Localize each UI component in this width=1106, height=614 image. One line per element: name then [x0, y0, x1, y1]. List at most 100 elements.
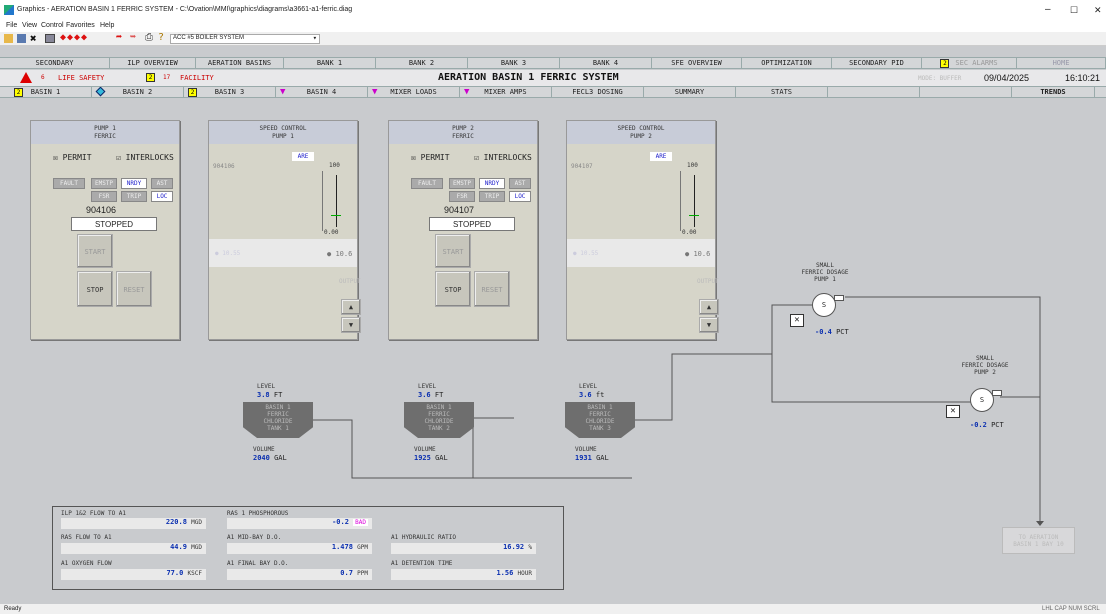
dosing-pump-2-label: SMALL FERRIC DOSAGE PUMP 2 — [950, 355, 1020, 376]
dosing-pump-2-name-line-3: PUMP 2 — [974, 369, 996, 376]
dosing-pump-1-label: SMALL FERRIC DOSAGE PUMP 1 — [790, 262, 860, 283]
oxygen-flow-box: 77.0 KSCF — [61, 569, 206, 580]
tank-1-level-unit: FT — [273, 391, 283, 399]
dosing-pump-1-close-icon[interactable]: ✕ — [790, 314, 804, 327]
tank-2-volume-label: VOLUME — [414, 446, 436, 453]
final-bay-do-value: 0.7 — [340, 569, 353, 577]
tank-2-volume-value: 1925 — [414, 454, 431, 462]
tank-2-volume: 1925 GAL — [414, 454, 448, 462]
dosing-pump-2-value-number: -0.2 — [970, 421, 987, 429]
tank-3-volume-value: 1931 — [575, 454, 592, 462]
tank-2-name-line-3: CHLORIDE — [424, 418, 454, 425]
final-bay-do-label: A1 FINAL BAY D.O. — [227, 560, 289, 567]
mid-bay-do-unit: GPM — [357, 544, 368, 551]
tank-1-name-line-1: BASIN 1 — [265, 404, 291, 411]
ilp-flow-box: 220.8 MGD — [61, 518, 206, 529]
tank-1-level-label: LEVEL — [257, 383, 276, 390]
tank-1-name-line-4: TANK 1 — [267, 425, 289, 432]
mid-bay-do-box: 1.478 GPM — [227, 543, 372, 554]
dosing-pump-1-name-line-1: SMALL — [815, 262, 835, 269]
ilp-flow-label: ILP 1&2 FLOW TO A1 — [61, 510, 127, 517]
pump-s-icon: S — [812, 293, 836, 317]
phosphorous-bad-badge: BAD — [353, 519, 368, 526]
tank-1-volume-value: 2040 — [253, 454, 270, 462]
ras-flow-box: 44.9 MGD — [61, 543, 206, 554]
to-aeration-bay-10-link[interactable]: TO AERATION BASIN 1 BAY 10 — [1002, 527, 1075, 554]
dosing-pump-2-name-line-1: SMALL — [975, 355, 995, 362]
tank-1-level-value: 3.8 — [257, 391, 270, 399]
tank-2-level-value: 3.6 — [418, 391, 431, 399]
tank-2-name-line-1: BASIN 1 — [426, 404, 452, 411]
stats-panel: ILP 1&2 FLOW TO A1 220.8 MGD RAS FLOW TO… — [52, 506, 564, 590]
pump-s-icon: S — [970, 388, 994, 412]
phosphorous-box: -0.2 BAD — [227, 518, 372, 529]
tank-3-volume-unit: GAL — [596, 454, 609, 462]
status-text: Ready — [4, 606, 22, 612]
tank-2-level-unit: FT — [434, 391, 444, 399]
detention-time-unit: HOUR — [517, 570, 532, 577]
hydraulic-ratio-unit: % — [528, 544, 532, 551]
tank-1-vessel[interactable]: BASIN 1 FERRIC CHLORIDE TANK 1 — [243, 402, 313, 438]
tank-3-vessel[interactable]: BASIN 1 FERRIC CHLORIDE TANK 3 — [565, 402, 635, 438]
hydraulic-ratio-value: 16.92 — [503, 543, 525, 551]
dest-line-2: BASIN 1 BAY 10 — [1013, 541, 1064, 548]
phosphorous-value: -0.2 — [332, 518, 349, 526]
tank-1-volume-unit: GAL — [274, 454, 287, 462]
tank-1-name-line-3: CHLORIDE — [263, 418, 293, 425]
tank-3-level-label: LEVEL — [579, 383, 598, 390]
tank-3-level-unit: ft — [595, 391, 605, 399]
tank-3: LEVEL 3.6 ft BASIN 1 FERRIC CHLORIDE TANK 3… — [565, 383, 635, 463]
tank-2-level-label: LEVEL — [418, 383, 437, 390]
oxygen-flow-unit: KSCF — [187, 570, 202, 577]
keyboard-indicators: LHL CAP NUM SCRL — [1042, 606, 1100, 612]
ras-flow-unit: MGD — [191, 544, 202, 551]
mid-bay-do-label: A1 MID-BAY D.O. — [227, 534, 282, 541]
phosphorous-label: RAS 1 PHOSPHOROUS — [227, 510, 289, 517]
tank-2-name-line-4: TANK 2 — [428, 425, 450, 432]
final-bay-do-box: 0.7 PPM — [227, 569, 372, 580]
ras-flow-value: 44.9 — [170, 543, 187, 551]
tank-3-volume: 1931 GAL — [575, 454, 609, 462]
dosing-pump-1-unit: PCT — [836, 328, 849, 336]
ilp-flow-unit: MGD — [191, 519, 202, 526]
status-bar: Ready LHL CAP NUM SCRL — [0, 604, 1106, 614]
tank-1-name-line-2: FERRIC — [267, 411, 289, 418]
detention-time-value: 1.56 — [496, 569, 514, 577]
oxygen-flow-value: 77.0 — [166, 569, 184, 577]
tank-2-name-line-2: FERRIC — [428, 411, 450, 418]
tank-1-volume-label: VOLUME — [253, 446, 275, 453]
hydraulic-ratio-label: A1 HYDRAULIC RATIO — [391, 534, 457, 541]
tank-3-name-line-4: TANK 3 — [589, 425, 611, 432]
tank-3-level-value: 3.6 — [579, 391, 592, 399]
tank-2-level: 3.6 FT — [418, 391, 443, 399]
tank-3-name-line-1: BASIN 1 — [587, 404, 613, 411]
dosing-pump-2-unit: PCT — [991, 421, 1004, 429]
ras-flow-label: RAS FLOW TO A1 — [61, 534, 112, 541]
tank-2-volume-unit: GAL — [435, 454, 448, 462]
tank-3-name-line-3: CHLORIDE — [585, 418, 615, 425]
tank-3-level: 3.6 ft — [579, 391, 604, 399]
dosing-pump-1-name-line-3: PUMP 1 — [814, 276, 836, 283]
dosing-pump-1-value: -0.4 PCT — [815, 328, 849, 336]
detention-time-box: 1.56 HOUR — [391, 569, 536, 580]
dest-line-1: TO AERATION — [1018, 534, 1059, 541]
final-bay-do-unit: PPM — [357, 570, 368, 577]
ilp-flow-value: 220.8 — [165, 518, 187, 526]
dosing-pump-1-symbol[interactable]: S — [812, 293, 844, 317]
tank-2-vessel[interactable]: BASIN 1 FERRIC CHLORIDE TANK 2 — [404, 402, 474, 438]
oxygen-flow-label: A1 OXYGEN FLOW — [61, 560, 112, 567]
tank-3-name-line-2: FERRIC — [589, 411, 611, 418]
dosing-pump-2-close-icon[interactable]: ✕ — [946, 405, 960, 418]
dosing-pump-1-value-number: -0.4 — [815, 328, 832, 336]
tank-1-volume: 2040 GAL — [253, 454, 287, 462]
tank-3-volume-label: VOLUME — [575, 446, 597, 453]
hydraulic-ratio-box: 16.92 % — [391, 543, 536, 554]
tank-1-level: 3.8 FT — [257, 391, 282, 399]
dosing-pump-2-symbol[interactable]: S — [970, 388, 1002, 412]
tank-1: LEVEL 3.8 FT BASIN 1 FERRIC CHLORIDE TANK 1… — [243, 383, 313, 463]
detention-time-label: A1 DETENTION TIME — [391, 560, 453, 567]
dosing-pump-2-value: -0.2 PCT — [970, 421, 1004, 429]
mid-bay-do-value: 1.478 — [331, 543, 353, 551]
dosing-pump-1-name-line-2: FERRIC DOSAGE — [801, 269, 849, 276]
dosing-pump-2-name-line-2: FERRIC DOSAGE — [961, 362, 1009, 369]
